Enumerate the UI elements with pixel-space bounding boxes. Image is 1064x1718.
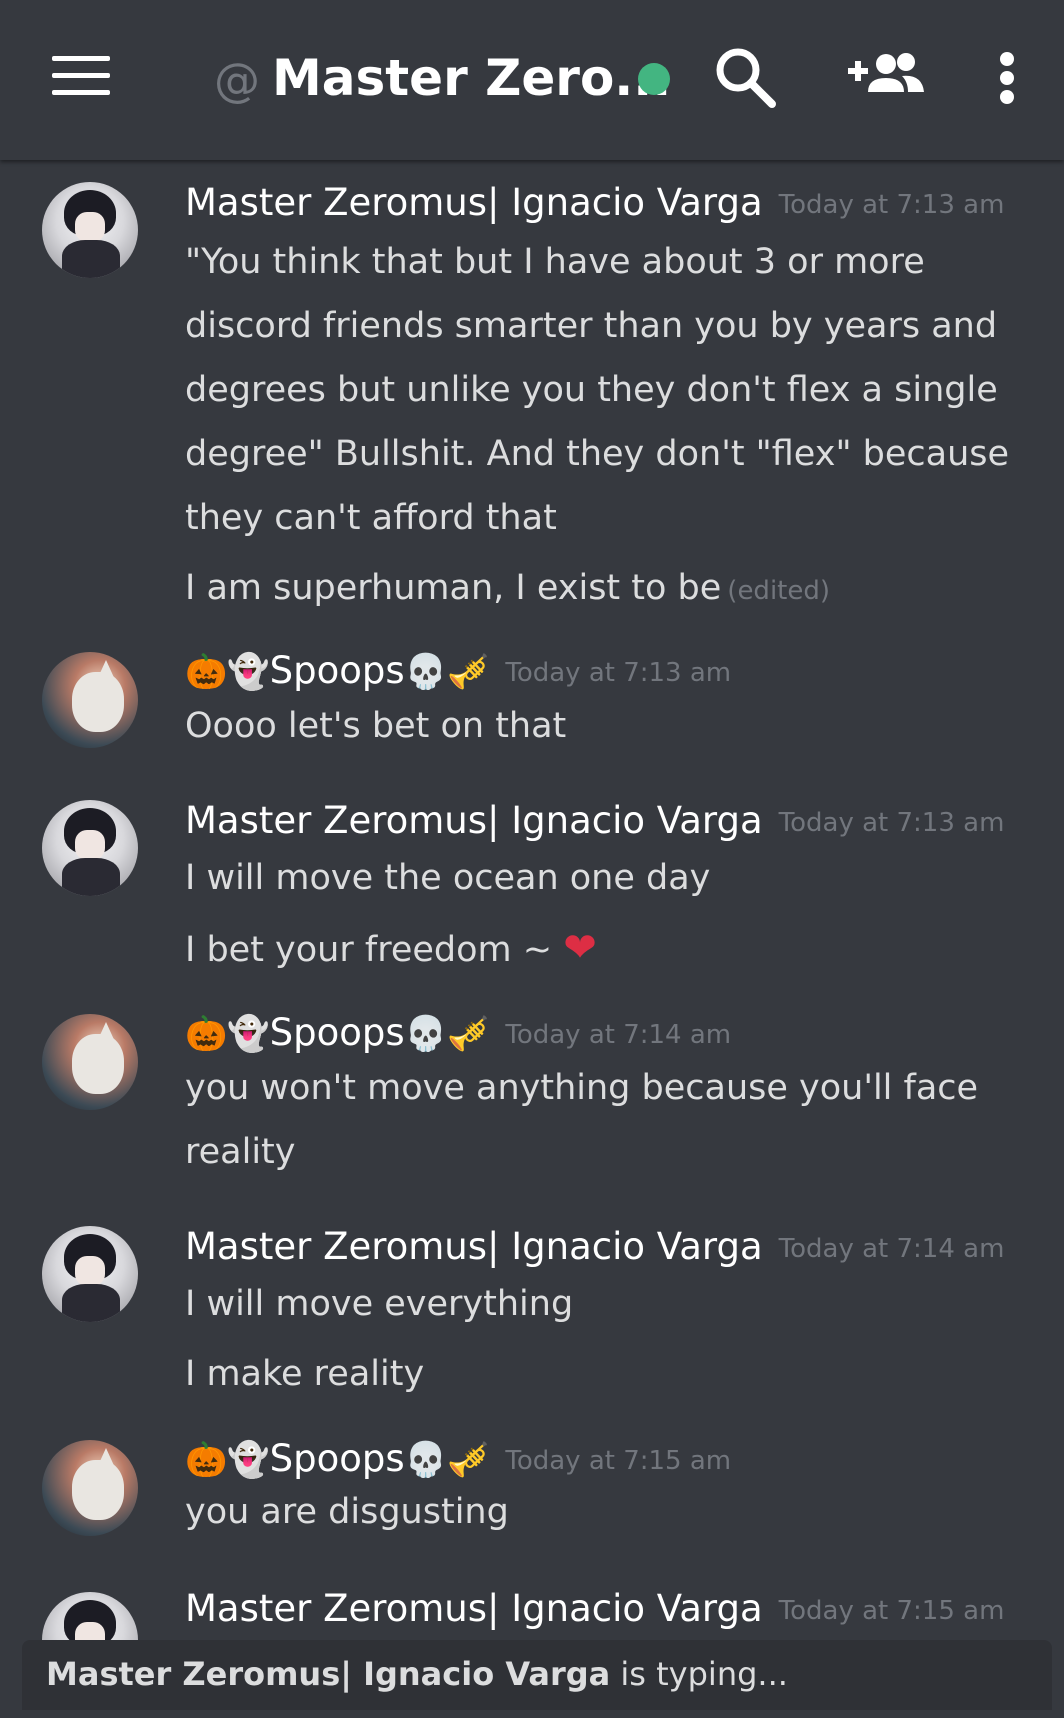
add-friend-icon[interactable] — [846, 46, 926, 106]
message-timestamp: Today at 7:13 am — [778, 189, 1005, 220]
edited-label: (edited) — [727, 576, 831, 606]
typing-indicator: Master Zeromus| Ignacio Varga is typing.… — [22, 1640, 1052, 1710]
avatar[interactable] — [42, 1014, 138, 1110]
avatar[interactable] — [42, 1592, 138, 1640]
channel-title[interactable]: Master Zero... — [272, 48, 671, 108]
message-line: I make reality — [185, 1354, 425, 1394]
search-icon[interactable] — [710, 42, 782, 114]
message-timestamp: Today at 7:15 am — [505, 1445, 732, 1476]
heart-icon: ❤ — [563, 925, 597, 971]
message-timestamp: Today at 7:15 am — [778, 1595, 1005, 1626]
skull-trumpet-icon: 💀🎺 — [404, 1014, 490, 1054]
message-timestamp: Today at 7:14 am — [778, 1233, 1005, 1264]
message-author[interactable]: Master Zeromus| Ignacio Varga Today at 7:… — [185, 798, 1004, 846]
online-status-indicator — [638, 63, 670, 95]
message-line: Oooo let's bet on that — [185, 706, 567, 746]
message-timestamp: Today at 7:13 am — [778, 807, 1005, 838]
message-line: I will move everything — [185, 1284, 574, 1324]
typing-suffix: is typing... — [620, 1655, 788, 1693]
message-line: reality — [185, 1132, 296, 1172]
message-line: they can't afford that — [185, 498, 557, 538]
message-author[interactable]: Master Zeromus| Ignacio Varga Today at 7:… — [185, 180, 1004, 228]
pumpkin-ghost-icon: 🎃👻 — [185, 1440, 270, 1480]
message-line: discord friends smarter than you by year… — [185, 306, 998, 346]
message-list: Master Zeromus| Ignacio Varga Today at 7:… — [0, 160, 1064, 1640]
message-line: I will move the ocean one day — [185, 858, 711, 898]
menu-icon[interactable] — [52, 56, 112, 96]
message-author[interactable]: 🎃👻Spoops💀🎺 Today at 7:15 am — [185, 1436, 731, 1484]
avatar[interactable] — [42, 800, 138, 896]
message-line: you won't move anything because you'll f… — [185, 1068, 979, 1108]
avatar[interactable] — [42, 1226, 138, 1322]
message-line: I bet your freedom ~ ❤ — [185, 925, 597, 971]
message-line: you are disgusting — [185, 1492, 509, 1532]
avatar[interactable] — [42, 1440, 138, 1536]
message-line: "You think that but I have about 3 or mo… — [185, 242, 925, 282]
channel-header: @ Master Zero... — [0, 0, 1064, 160]
pumpkin-ghost-icon: 🎃👻 — [185, 1014, 270, 1054]
at-sign-icon: @ — [214, 53, 260, 107]
avatar[interactable] — [42, 652, 138, 748]
message-line: degrees but unlike you they don't flex a… — [185, 370, 998, 410]
message-timestamp: Today at 7:13 am — [505, 657, 732, 688]
more-vertical-icon[interactable] — [996, 48, 1026, 108]
typing-user: Master Zeromus| Ignacio Varga — [46, 1655, 611, 1693]
pumpkin-ghost-icon: 🎃👻 — [185, 652, 270, 692]
message-line: I am superhuman, I exist to be (edited) — [185, 568, 831, 608]
message-author[interactable]: Master Zeromus| Ignacio Varga Today at 7:… — [185, 1586, 1004, 1634]
avatar[interactable] — [42, 182, 138, 278]
skull-trumpet-icon: 💀🎺 — [404, 1440, 490, 1480]
message-author[interactable]: 🎃👻Spoops💀🎺 Today at 7:13 am — [185, 648, 731, 696]
message-line: degree" Bullshit. And they don't "flex" … — [185, 434, 1010, 474]
message-author[interactable]: 🎃👻Spoops💀🎺 Today at 7:14 am — [185, 1010, 731, 1058]
message-timestamp: Today at 7:14 am — [505, 1019, 732, 1050]
message-author[interactable]: Master Zeromus| Ignacio Varga Today at 7:… — [185, 1224, 1004, 1272]
skull-trumpet-icon: 💀🎺 — [404, 652, 490, 692]
